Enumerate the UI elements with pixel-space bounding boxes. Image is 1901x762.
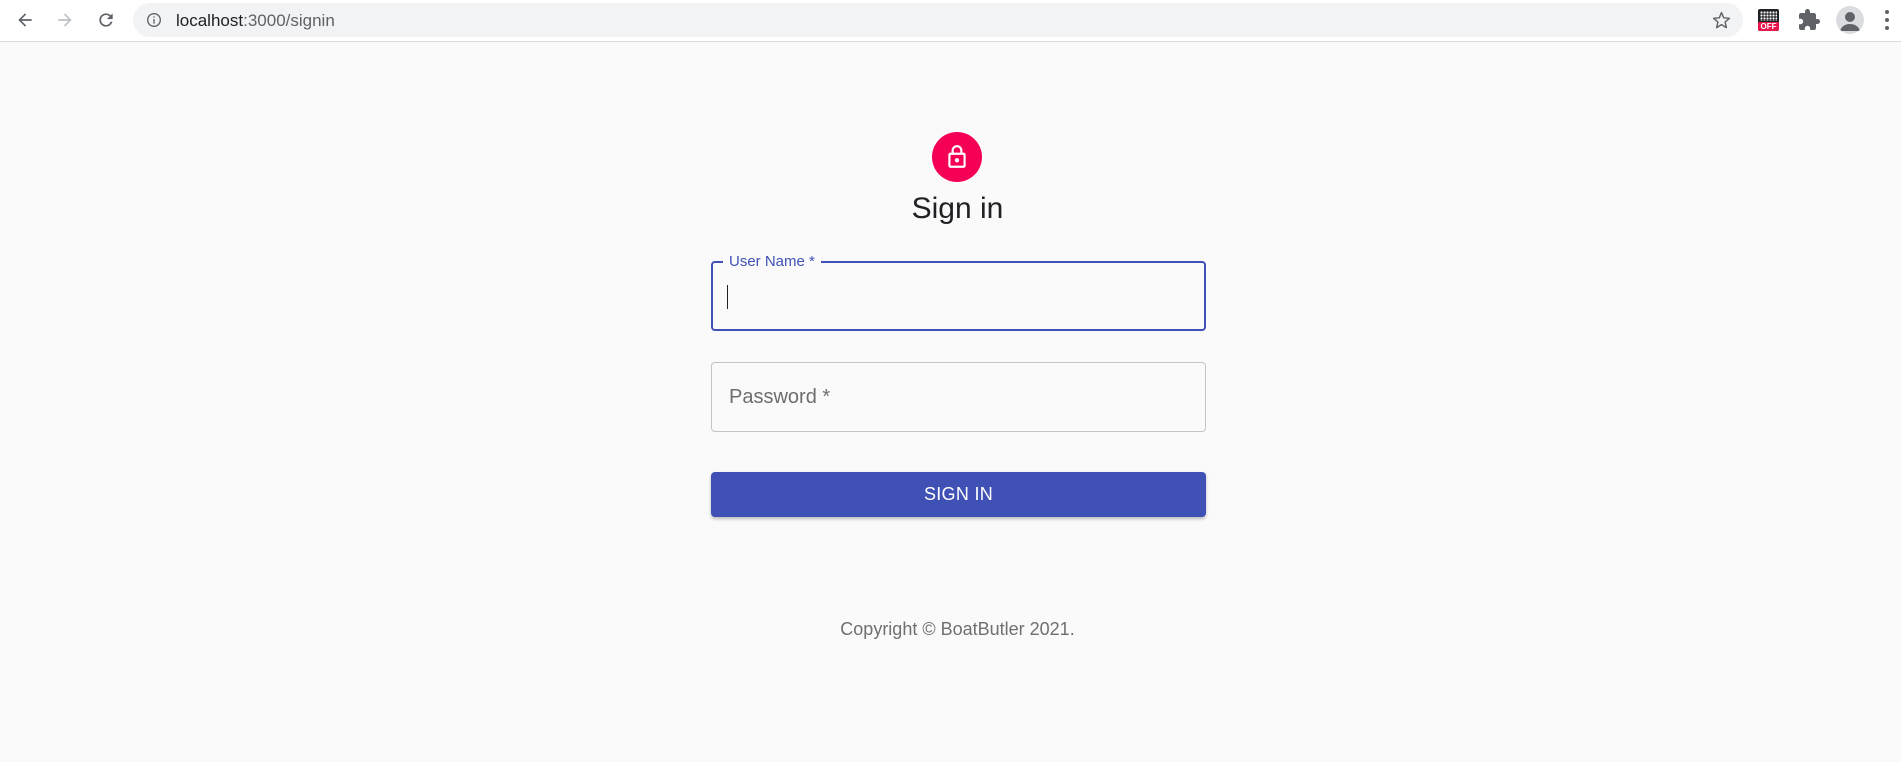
copyright-text: Copyright © BoatButler 2021. xyxy=(840,619,1075,639)
text-caret xyxy=(727,285,728,309)
extension-badge-text: OFF xyxy=(1758,22,1779,31)
extension-badge-icon[interactable]: OFF xyxy=(1758,9,1779,31)
arrow-right-icon xyxy=(58,13,72,27)
bookmark-star-icon[interactable] xyxy=(1712,11,1731,30)
lock-avatar xyxy=(932,132,982,182)
page-title: Sign in xyxy=(911,192,1004,225)
forward-button[interactable] xyxy=(50,5,80,35)
back-button[interactable] xyxy=(10,5,40,35)
profile-avatar[interactable] xyxy=(1836,6,1864,34)
reload-button[interactable] xyxy=(91,5,121,35)
url-path: :3000/signin xyxy=(243,11,335,30)
extension-badge-pattern xyxy=(1760,11,1777,21)
password-field[interactable]: Password * xyxy=(711,362,1206,432)
username-label: User Name * xyxy=(723,253,821,270)
menu-kebab-icon[interactable] xyxy=(1883,8,1891,32)
url-text: localhost:3000/signin xyxy=(176,11,335,31)
password-placeholder: Password * xyxy=(729,386,831,408)
browser-toolbar: localhost:3000/signin OFF xyxy=(0,0,1901,42)
person-icon xyxy=(1840,12,1860,31)
extensions-puzzle-icon[interactable] xyxy=(1797,8,1821,32)
username-field[interactable]: User Name * xyxy=(711,253,1206,331)
signin-button[interactable]: SIGN IN xyxy=(711,472,1206,517)
address-bar[interactable]: localhost:3000/signin xyxy=(133,3,1743,37)
arrow-left-icon xyxy=(18,13,32,27)
reload-icon xyxy=(99,13,113,27)
lock-icon xyxy=(948,145,966,168)
info-icon[interactable] xyxy=(146,12,162,28)
signin-page: Sign in User Name * Password * SIGN IN C… xyxy=(0,42,1901,762)
url-host: localhost xyxy=(176,11,244,30)
